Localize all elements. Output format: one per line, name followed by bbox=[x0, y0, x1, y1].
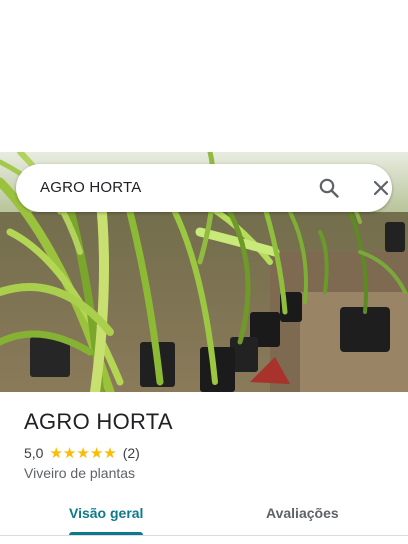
tab-divider bbox=[0, 535, 408, 536]
star-icon: ★ bbox=[62, 444, 77, 462]
search-bar[interactable]: AGRO HORTA bbox=[16, 164, 392, 212]
search-icon[interactable] bbox=[318, 177, 340, 199]
close-icon[interactable] bbox=[370, 177, 392, 199]
review-count[interactable]: (2) bbox=[123, 445, 140, 461]
rating-value: 5,0 bbox=[24, 445, 44, 461]
map-area bbox=[0, 0, 408, 152]
search-input[interactable]: AGRO HORTA bbox=[40, 179, 141, 196]
star-icon: ★ bbox=[49, 444, 63, 462]
star-icon: ★ bbox=[103, 444, 117, 462]
place-title: AGRO HORTA bbox=[24, 409, 173, 434]
star-rating: ★ ★ ★ ★ ★ bbox=[49, 446, 116, 461]
star-icon: ★ bbox=[89, 444, 104, 462]
star-icon: ★ bbox=[76, 444, 90, 462]
tab-overview[interactable]: Visão geral bbox=[69, 505, 143, 521]
rating-row[interactable]: 5,0 ★ ★ ★ ★ ★ (2) bbox=[24, 444, 140, 462]
place-category: Viveiro de plantas bbox=[24, 465, 136, 481]
tab-reviews[interactable]: Avaliações bbox=[266, 505, 339, 521]
